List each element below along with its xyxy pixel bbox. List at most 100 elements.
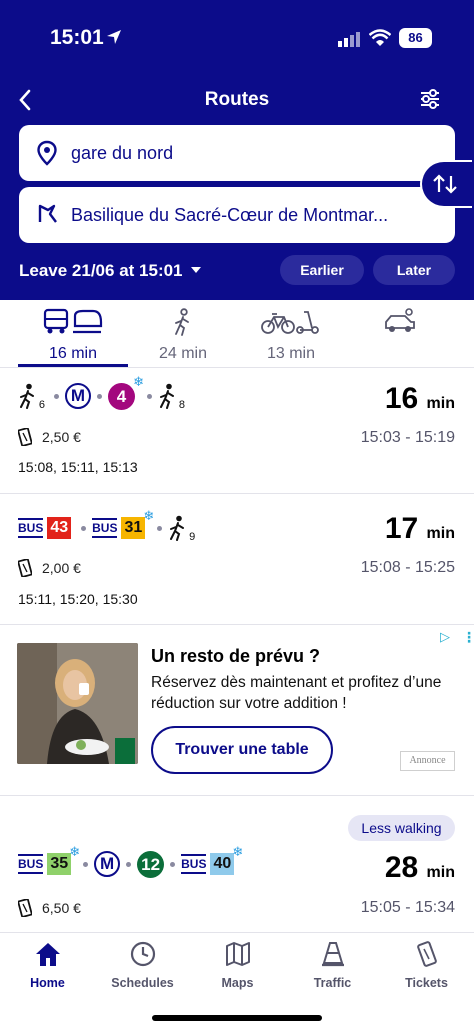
tab-schedules[interactable]: Schedules <box>95 941 190 990</box>
route-time-span: 15:05 - 15:34 <box>360 899 455 916</box>
mode-tabs: 16 min 24 min 13 min <box>0 300 474 368</box>
page-title: Routes <box>204 89 270 110</box>
price-value: 2,50 € <box>42 429 81 445</box>
separator-dot <box>83 861 89 867</box>
price-value: 2,00 € <box>42 560 81 576</box>
route-price: 2,50 € <box>18 428 81 446</box>
leave-time-label: Leave 21/06 at 15:01 <box>19 261 183 280</box>
bus-line-value: 40 <box>213 855 232 872</box>
walk-icon: 6 <box>18 383 45 411</box>
route-card-3[interactable]: Less walking BUS 35 ❄ M 12 BUS 40 ❄ 28 min… <box>0 797 474 932</box>
bus-badge: BUS <box>92 518 118 538</box>
mode-bike[interactable]: 13 min <box>246 308 336 363</box>
origin-field[interactable]: gare du nord <box>19 125 455 181</box>
bike-scooter-icon <box>261 311 319 334</box>
more-options-icon[interactable]: ⋮ <box>462 629 474 646</box>
route-steps: BUS 43 BUS 31 ❄ 9 <box>18 509 195 543</box>
ticket-icon <box>18 428 32 446</box>
tab-maps[interactable]: Maps <box>190 941 285 990</box>
metro-line-number: 12 <box>141 854 161 874</box>
location-pin-icon <box>37 140 57 166</box>
route-price: 6,50 € <box>18 899 81 917</box>
walk-icon: 9 <box>168 515 195 543</box>
traffic-cone-icon <box>321 942 344 967</box>
walk-minutes: 9 <box>189 531 196 543</box>
battery-indicator: 86 <box>399 28 432 48</box>
route-duration: 16 min <box>385 382 455 416</box>
ad-cta-button[interactable]: Trouver une table <box>151 726 333 774</box>
walk-minutes: 8 <box>178 399 185 411</box>
swap-arrows-icon <box>433 174 457 194</box>
tab-home[interactable]: Home <box>0 941 95 990</box>
route-card-1[interactable]: 6 M 4 ❄ 8 16 min 2,50 € 15:03 - 15:19 15:… <box>0 369 474 494</box>
tab-label: Maps <box>221 976 254 990</box>
swap-button[interactable] <box>420 160 472 208</box>
filter-settings-icon[interactable] <box>418 87 442 111</box>
route-price: 2,00 € <box>18 559 81 577</box>
price-value: 6,50 € <box>42 900 81 916</box>
route-steps: 6 M 4 ❄ 8 <box>18 375 185 411</box>
mode-transit[interactable]: 16 min <box>28 308 118 363</box>
bus-line-number: 35 ❄ <box>47 845 80 875</box>
mode-bike-label: 13 min <box>266 345 316 362</box>
location-arrow-icon <box>107 30 121 44</box>
destination-flag-icon <box>38 204 57 223</box>
header: 15:01 86 Routes gare du nord Basilique d… <box>0 0 474 300</box>
separator-dot <box>54 393 59 399</box>
ad-title: Un resto de prévu ? <box>151 646 321 666</box>
metro-badge: M <box>65 383 91 409</box>
duration-value: 28 <box>384 851 419 884</box>
earlier-button[interactable]: Earlier <box>280 255 364 285</box>
separator-dot <box>81 525 87 531</box>
bus-line-number: 40 ❄ <box>210 845 243 875</box>
next-departures: 15:11, 15:20, 15:30 <box>18 591 138 607</box>
route-steps: BUS 35 ❄ M 12 BUS 40 ❄ <box>18 845 243 879</box>
route-time-span: 15:08 - 15:25 <box>360 559 455 576</box>
tab-label: Schedules <box>111 976 174 990</box>
route-card-2[interactable]: BUS 43 BUS 31 ❄ 9 17 min 2,00 € 15:08 - 1… <box>0 495 474 625</box>
walk-icon <box>175 308 189 336</box>
snowflake-icon: ❄ <box>69 844 81 859</box>
route-time-span: 15:03 - 15:19 <box>360 429 455 446</box>
ad-label: Annonce <box>400 751 455 771</box>
ad-banner[interactable]: Un resto de prévu ? Réservez dès mainten… <box>0 626 474 796</box>
tab-label: Traffic <box>313 976 352 990</box>
snowflake-icon: ❄ <box>133 373 144 389</box>
tab-traffic[interactable]: Traffic <box>285 941 380 990</box>
separator-dot <box>97 393 102 399</box>
separator-dot <box>147 393 152 399</box>
tab-label: Home <box>30 976 65 990</box>
separator-dot <box>170 861 176 867</box>
duration-unit: min <box>426 395 455 412</box>
route-tag: Less walking <box>348 815 455 841</box>
walk-minutes: 6 <box>38 399 45 411</box>
status-bar: 15:01 86 <box>0 26 474 52</box>
nav-bar: Routes <box>0 85 474 115</box>
ad-image <box>17 643 138 764</box>
mode-walk[interactable]: 24 min <box>138 308 228 363</box>
separator-dot <box>157 525 163 531</box>
home-indicator <box>152 1015 322 1021</box>
home-icon <box>35 943 60 966</box>
mode-car[interactable] <box>370 308 430 341</box>
clock-icon <box>130 941 155 967</box>
origin-text: gare du nord <box>71 143 174 163</box>
tab-tickets[interactable]: Tickets <box>379 941 474 990</box>
metro-line-badge: 4 ❄ <box>108 375 144 410</box>
bus-badge: BUS <box>18 518 44 538</box>
metro-line-badge: 12 <box>137 850 165 878</box>
map-icon <box>225 942 250 966</box>
mode-transit-label: 16 min <box>48 345 98 362</box>
separator-dot <box>126 861 132 867</box>
caret-down-icon <box>190 267 201 273</box>
destination-field[interactable]: Basilique du Sacré-Cœur de Montmar... <box>19 187 455 243</box>
adchoices-icon[interactable]: ▷ <box>440 629 450 645</box>
snowflake-icon: ❄ <box>143 508 155 523</box>
duration-unit: min <box>426 864 455 881</box>
wifi-icon <box>369 29 391 46</box>
mode-walk-label: 24 min <box>158 345 208 362</box>
later-button[interactable]: Later <box>373 255 455 285</box>
ticket-icon <box>18 899 32 917</box>
leave-time-selector[interactable]: Leave 21/06 at 15:01 <box>19 261 201 281</box>
status-time: 15:01 <box>50 26 104 49</box>
